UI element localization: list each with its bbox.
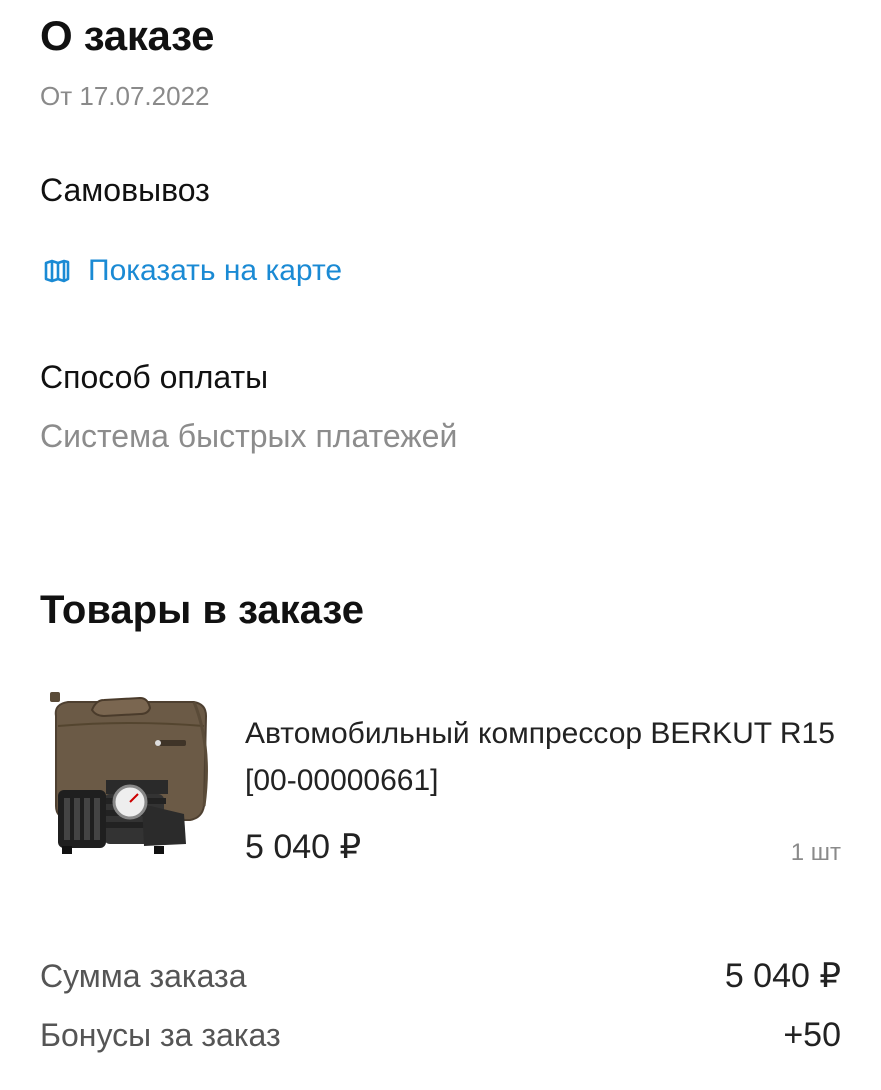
order-total-row: Сумма заказа 5 040 ₽ xyxy=(40,956,841,996)
payment-method-title: Способ оплаты xyxy=(40,359,269,395)
order-items-title: Товары в заказе xyxy=(40,588,365,632)
payment-method-value: Система быстрых платежей xyxy=(40,418,458,454)
map-icon xyxy=(40,254,74,288)
order-bonus-row: Бонусы за заказ +50 xyxy=(40,1015,841,1055)
order-total-value: 5 040 ₽ xyxy=(724,957,841,995)
page-title: О заказе xyxy=(40,12,215,59)
order-date: От 17.07.2022 xyxy=(40,81,210,111)
product-name[interactable]: Автомобильный компрессор BERKUT R15 [00-… xyxy=(245,710,845,804)
order-bonus-value: +50 xyxy=(783,1016,841,1054)
order-total-label: Сумма заказа xyxy=(40,958,247,994)
product-quantity: 1 шт xyxy=(790,839,841,866)
product-image[interactable] xyxy=(44,686,216,864)
delivery-method: Самовывоз xyxy=(40,172,210,208)
order-details-page: О заказе От 17.07.2022 Самовывоз Показат… xyxy=(0,0,881,1090)
show-on-map-link[interactable]: Показать на карте xyxy=(40,252,342,290)
order-bonus-label: Бонусы за заказ xyxy=(40,1017,281,1053)
show-on-map-label: Показать на карте xyxy=(88,254,343,287)
product-price: 5 040 ₽ xyxy=(245,828,362,866)
